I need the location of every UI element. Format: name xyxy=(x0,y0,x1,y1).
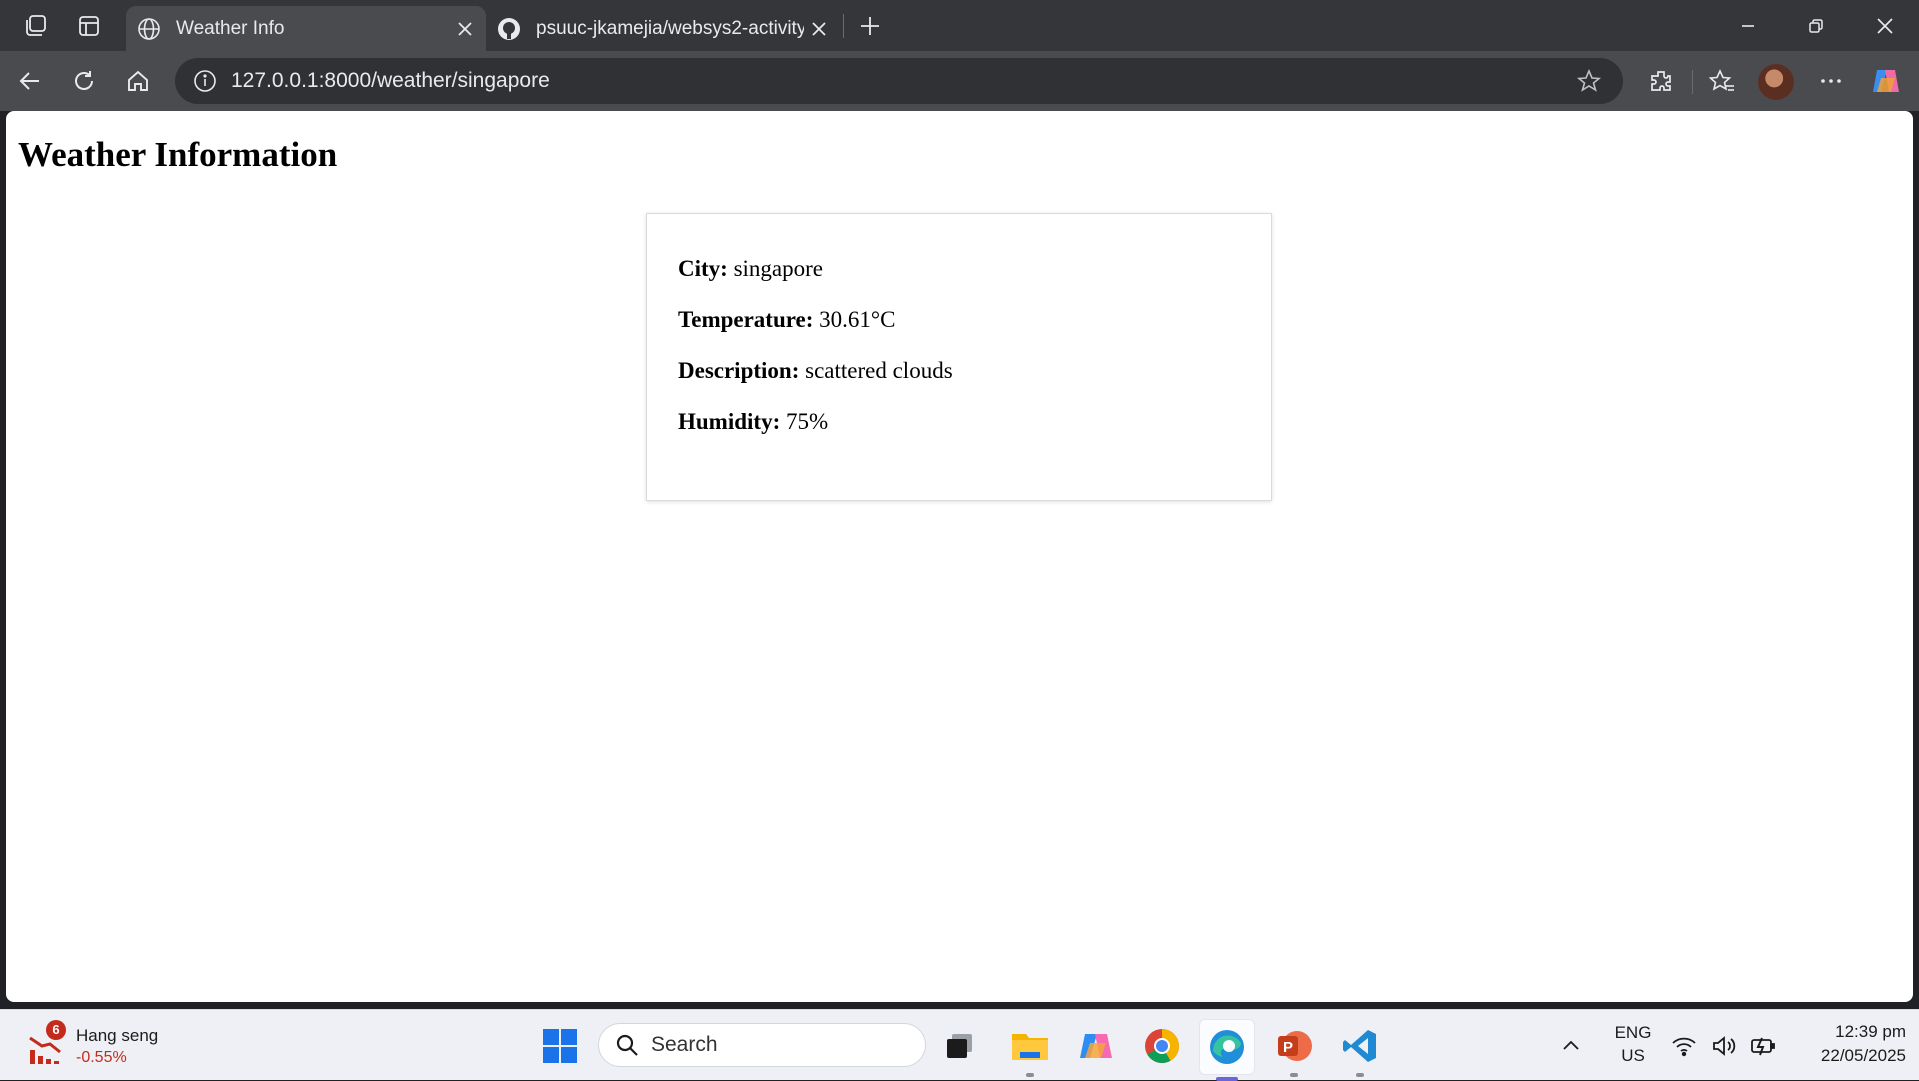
toolbar-separator xyxy=(1692,70,1693,94)
page-title: Weather Information xyxy=(18,135,338,174)
file-explorer-icon[interactable] xyxy=(1006,1022,1054,1077)
chrome-icon[interactable] xyxy=(1138,1022,1186,1070)
clock-date: 22/05/2025 xyxy=(1820,1046,1906,1065)
browser-titlebar: Weather Info psuuc-jkamejia/websys2-acti… xyxy=(0,0,1919,51)
minimize-icon[interactable] xyxy=(1713,0,1783,51)
battery-icon[interactable] xyxy=(1745,1022,1781,1070)
city-label: City: xyxy=(678,256,728,281)
running-indicator xyxy=(1356,1073,1364,1077)
weather-humidity-row: Humidity: 75% xyxy=(678,409,1240,460)
notification-badge: 6 xyxy=(46,1020,66,1040)
close-tab-icon[interactable] xyxy=(804,14,834,44)
github-icon xyxy=(496,16,522,42)
running-indicator xyxy=(1026,1073,1034,1077)
address-bar[interactable]: 127.0.0.1:8000/weather/singapore xyxy=(175,58,1623,104)
vertical-tabs-icon[interactable] xyxy=(62,0,116,51)
stock-name: Hang seng xyxy=(76,1026,159,1045)
vscode-icon[interactable] xyxy=(1336,1022,1384,1077)
close-window-icon[interactable] xyxy=(1850,0,1919,51)
search-placeholder: Search xyxy=(651,1033,718,1056)
weather-city-row: City: singapore xyxy=(678,256,1240,307)
clock-time[interactable]: 12:39 pm xyxy=(1786,1022,1906,1042)
tab-title: psuuc-jkamejia/websys2-activity6 xyxy=(536,17,804,39)
city-value: singapore xyxy=(733,256,823,281)
workspaces-icon[interactable] xyxy=(8,0,62,51)
description-label: Description: xyxy=(678,358,800,383)
windows-start-icon[interactable] xyxy=(536,1022,584,1070)
address-url[interactable]: 127.0.0.1:8000/weather/singapore xyxy=(231,69,1569,93)
description-value: scattered clouds xyxy=(805,358,953,383)
task-view-icon[interactable] xyxy=(936,1022,984,1070)
globe-icon xyxy=(136,16,162,42)
tab-github-repo[interactable]: psuuc-jkamejia/websys2-activity6 xyxy=(486,6,840,51)
favorite-star-icon[interactable] xyxy=(1569,68,1609,94)
humidity-label: Humidity: xyxy=(678,409,781,434)
restore-icon[interactable] xyxy=(1781,0,1851,51)
language-code[interactable]: ENG xyxy=(1606,1023,1660,1043)
wifi-icon[interactable] xyxy=(1666,1022,1702,1070)
refresh-icon[interactable] xyxy=(62,59,106,103)
taskbar-search[interactable]: Search xyxy=(598,1023,926,1067)
temperature-label: Temperature: xyxy=(678,307,814,332)
close-tab-icon[interactable] xyxy=(450,14,480,44)
weather-temperature-row: Temperature: 30.61°C xyxy=(678,307,1240,358)
svg-text:P: P xyxy=(1283,1039,1293,1056)
volume-icon[interactable] xyxy=(1706,1022,1742,1070)
weather-card: City: singapore Temperature: 30.61°C Des… xyxy=(646,213,1272,501)
search-icon xyxy=(616,1034,638,1056)
more-options-icon[interactable] xyxy=(1809,59,1853,103)
show-hidden-icons-chevron-icon[interactable] xyxy=(1551,1022,1591,1070)
running-indicator xyxy=(1290,1073,1298,1077)
running-indicator xyxy=(1216,1077,1238,1081)
back-icon[interactable] xyxy=(8,59,52,103)
copilot-app-icon[interactable] xyxy=(1072,1022,1120,1070)
page-viewport: Weather Information City: singapore Temp… xyxy=(6,111,1913,1002)
new-tab-icon[interactable] xyxy=(844,0,896,51)
favorites-icon[interactable] xyxy=(1700,59,1744,103)
humidity-value: 75% xyxy=(785,409,829,434)
weather-description-row: Description: scattered clouds xyxy=(678,358,1240,409)
edge-icon[interactable] xyxy=(1199,1019,1255,1081)
tab-weather-info[interactable]: Weather Info xyxy=(126,6,486,51)
home-icon[interactable] xyxy=(116,59,160,103)
windows-taskbar: 6 Hang seng -0.55% Search P ENG US 12:39… xyxy=(0,1009,1919,1081)
extensions-icon[interactable] xyxy=(1639,59,1683,103)
browser-toolbar: 127.0.0.1:8000/weather/singapore xyxy=(0,51,1919,111)
language-region: US xyxy=(1621,1046,1645,1065)
temperature-value: 30.61°C xyxy=(819,307,896,332)
copilot-icon[interactable] xyxy=(1864,59,1908,103)
tab-title: Weather Info xyxy=(176,17,285,39)
stock-widget[interactable]: 6 Hang seng -0.55% xyxy=(28,1020,178,1070)
site-info-icon[interactable] xyxy=(185,69,225,93)
profile-avatar[interactable] xyxy=(1758,64,1794,100)
stock-change: -0.55% xyxy=(76,1049,127,1066)
powerpoint-icon[interactable]: P xyxy=(1270,1022,1318,1077)
